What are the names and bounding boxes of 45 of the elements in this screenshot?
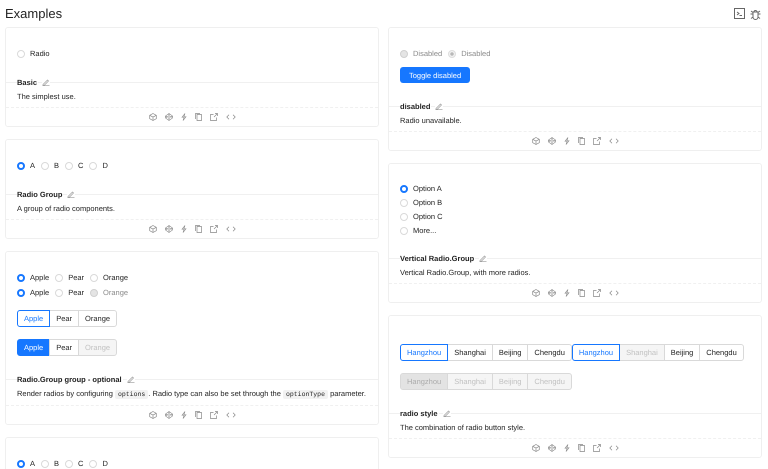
codepen-icon[interactable] (548, 444, 556, 452)
lightning-icon[interactable] (564, 137, 570, 145)
code-icon[interactable] (226, 412, 236, 418)
code-icon[interactable] (608, 290, 618, 296)
code-icon[interactable] (226, 226, 236, 232)
copy-icon[interactable] (578, 289, 584, 297)
code-icon[interactable] (226, 114, 236, 120)
lightning-icon[interactable] (180, 113, 186, 121)
external-link-icon[interactable] (210, 411, 218, 419)
cube-icon[interactable] (532, 289, 540, 297)
lightning-icon[interactable] (564, 289, 570, 297)
edit-icon[interactable] (42, 78, 50, 86)
cube-icon[interactable] (148, 113, 156, 121)
edit-icon[interactable] (435, 102, 444, 110)
cube-icon[interactable] (148, 411, 156, 419)
lightning-icon[interactable] (180, 411, 186, 419)
copy-icon[interactable] (194, 225, 202, 233)
cube-icon[interactable] (148, 225, 156, 233)
edit-icon[interactable] (479, 254, 488, 262)
copy-icon[interactable] (578, 444, 584, 452)
terminal-icon[interactable] (734, 8, 745, 19)
external-link-icon[interactable] (210, 225, 218, 233)
code-icon[interactable] (608, 138, 618, 144)
copy-icon[interactable] (578, 137, 584, 145)
codepen-icon[interactable] (548, 289, 556, 297)
codepen-icon[interactable] (548, 137, 556, 145)
lightning-icon[interactable] (564, 444, 570, 452)
codepen-icon[interactable] (164, 411, 172, 419)
lightning-icon[interactable] (180, 225, 186, 233)
codepen-icon[interactable] (164, 225, 172, 233)
edit-icon[interactable] (126, 375, 135, 383)
edit-icon[interactable] (67, 190, 76, 198)
external-link-icon[interactable] (592, 444, 600, 452)
external-link-icon[interactable] (592, 137, 600, 145)
external-link-icon[interactable] (210, 113, 218, 121)
copy-icon[interactable] (194, 113, 202, 121)
copy-icon[interactable] (194, 411, 202, 419)
page-title: Examples (5, 6, 62, 21)
bug-icon[interactable] (750, 8, 761, 20)
edit-icon[interactable] (442, 409, 451, 417)
codepen-icon[interactable] (164, 113, 172, 121)
cube-icon[interactable] (532, 137, 540, 145)
code-icon[interactable] (608, 445, 618, 451)
external-link-icon[interactable] (592, 289, 600, 297)
cube-icon[interactable] (532, 444, 540, 452)
